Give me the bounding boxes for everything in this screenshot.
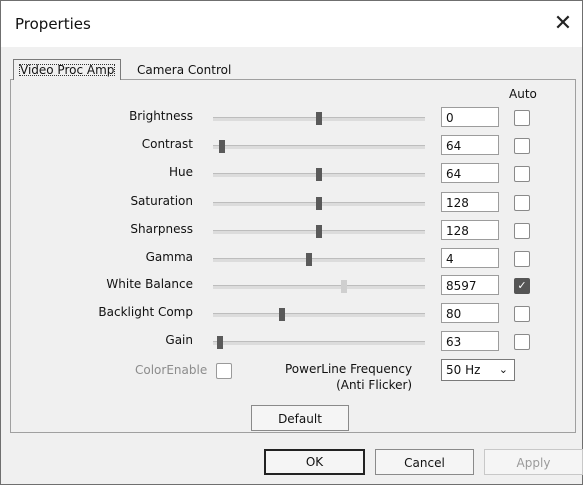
cancel-button[interactable]: Cancel — [375, 449, 474, 475]
backlight-comp-auto-checkbox[interactable] — [514, 306, 530, 322]
brightness-label: Brightness — [129, 109, 193, 123]
saturation-slider-thumb[interactable] — [316, 197, 322, 210]
hue-value-field[interactable]: 64 — [441, 163, 499, 183]
title-bar: Properties ✕ — [1, 1, 582, 47]
white-balance-label: White Balance — [106, 277, 193, 291]
saturation-label: Saturation — [130, 194, 193, 208]
color-enable-checkbox[interactable] — [216, 363, 232, 379]
sharpness-value-field[interactable]: 128 — [441, 220, 499, 240]
contrast-auto-checkbox[interactable] — [514, 138, 530, 154]
saturation-slider[interactable] — [213, 197, 425, 210]
hue-label: Hue — [168, 165, 193, 179]
brightness-slider-thumb[interactable] — [316, 112, 322, 125]
brightness-slider[interactable] — [213, 112, 425, 125]
backlight-comp-slider[interactable] — [213, 308, 425, 321]
backlight-comp-slider-thumb[interactable] — [279, 308, 285, 321]
window-title: Properties — [15, 15, 91, 33]
tab-video-proc-amp-label: Video Proc Amp — [19, 63, 116, 77]
gamma-auto-checkbox[interactable] — [514, 251, 530, 267]
powerline-label-line2: (Anti Flicker) — [336, 378, 413, 392]
gamma-slider[interactable] — [213, 253, 425, 266]
gain-label: Gain — [165, 333, 193, 347]
contrast-slider[interactable] — [213, 140, 425, 153]
brightness-value-field[interactable]: 0 — [441, 107, 499, 127]
auto-column-header: Auto — [509, 87, 537, 101]
hue-slider-thumb[interactable] — [316, 168, 322, 181]
properties-window: Properties ✕ Video Proc Amp Camera Contr… — [0, 0, 583, 485]
backlight-comp-value-field[interactable]: 80 — [441, 303, 499, 323]
sharpness-auto-checkbox[interactable] — [514, 223, 530, 239]
saturation-value-field[interactable]: 128 — [441, 192, 499, 212]
sharpness-slider-thumb[interactable] — [316, 225, 322, 238]
hue-auto-checkbox[interactable] — [514, 166, 530, 182]
gain-auto-checkbox[interactable] — [514, 334, 530, 350]
gain-value-field[interactable]: 63 — [441, 331, 499, 351]
gamma-label: Gamma — [145, 250, 193, 264]
tab-camera-control-label: Camera Control — [137, 63, 232, 77]
default-button[interactable]: Default — [251, 405, 349, 431]
white-balance-auto-checkbox[interactable]: ✓ — [514, 278, 530, 294]
chevron-down-icon: ⌄ — [498, 363, 508, 376]
contrast-slider-thumb[interactable] — [219, 140, 225, 153]
brightness-auto-checkbox[interactable] — [514, 110, 530, 126]
gamma-value-field[interactable]: 4 — [441, 248, 499, 268]
contrast-label: Contrast — [141, 137, 193, 151]
powerline-frequency-select[interactable]: 50 Hz ⌄ — [441, 359, 515, 381]
gamma-slider-thumb[interactable] — [306, 253, 312, 266]
sharpness-slider[interactable] — [213, 225, 425, 238]
white-balance-slider-thumb[interactable] — [341, 280, 347, 293]
backlight-comp-label: Backlight Comp — [98, 305, 193, 319]
tab-camera-control[interactable]: Camera Control — [133, 61, 235, 79]
checkmark-icon: ✓ — [517, 279, 527, 292]
powerline-selected-value: 50 Hz — [446, 363, 481, 377]
apply-button[interactable]: Apply — [484, 449, 583, 475]
saturation-auto-checkbox[interactable] — [514, 195, 530, 211]
tab-video-proc-amp[interactable]: Video Proc Amp — [13, 59, 122, 80]
sharpness-label: Sharpness — [130, 222, 193, 236]
gain-slider[interactable] — [213, 336, 425, 349]
gain-slider-thumb[interactable] — [217, 336, 223, 349]
contrast-value-field[interactable]: 64 — [441, 135, 499, 155]
hue-slider[interactable] — [213, 168, 425, 181]
powerline-label-line1: PowerLine Frequency — [285, 362, 413, 376]
ok-button[interactable]: OK — [264, 449, 365, 475]
color-enable-label: ColorEnable — [135, 363, 208, 377]
white-balance-value-field[interactable]: 8597 — [441, 275, 499, 295]
white-balance-slider[interactable] — [213, 280, 425, 293]
powerline-frequency-label: PowerLine Frequency (Anti Flicker) — [285, 361, 412, 393]
close-icon[interactable]: ✕ — [550, 11, 576, 37]
